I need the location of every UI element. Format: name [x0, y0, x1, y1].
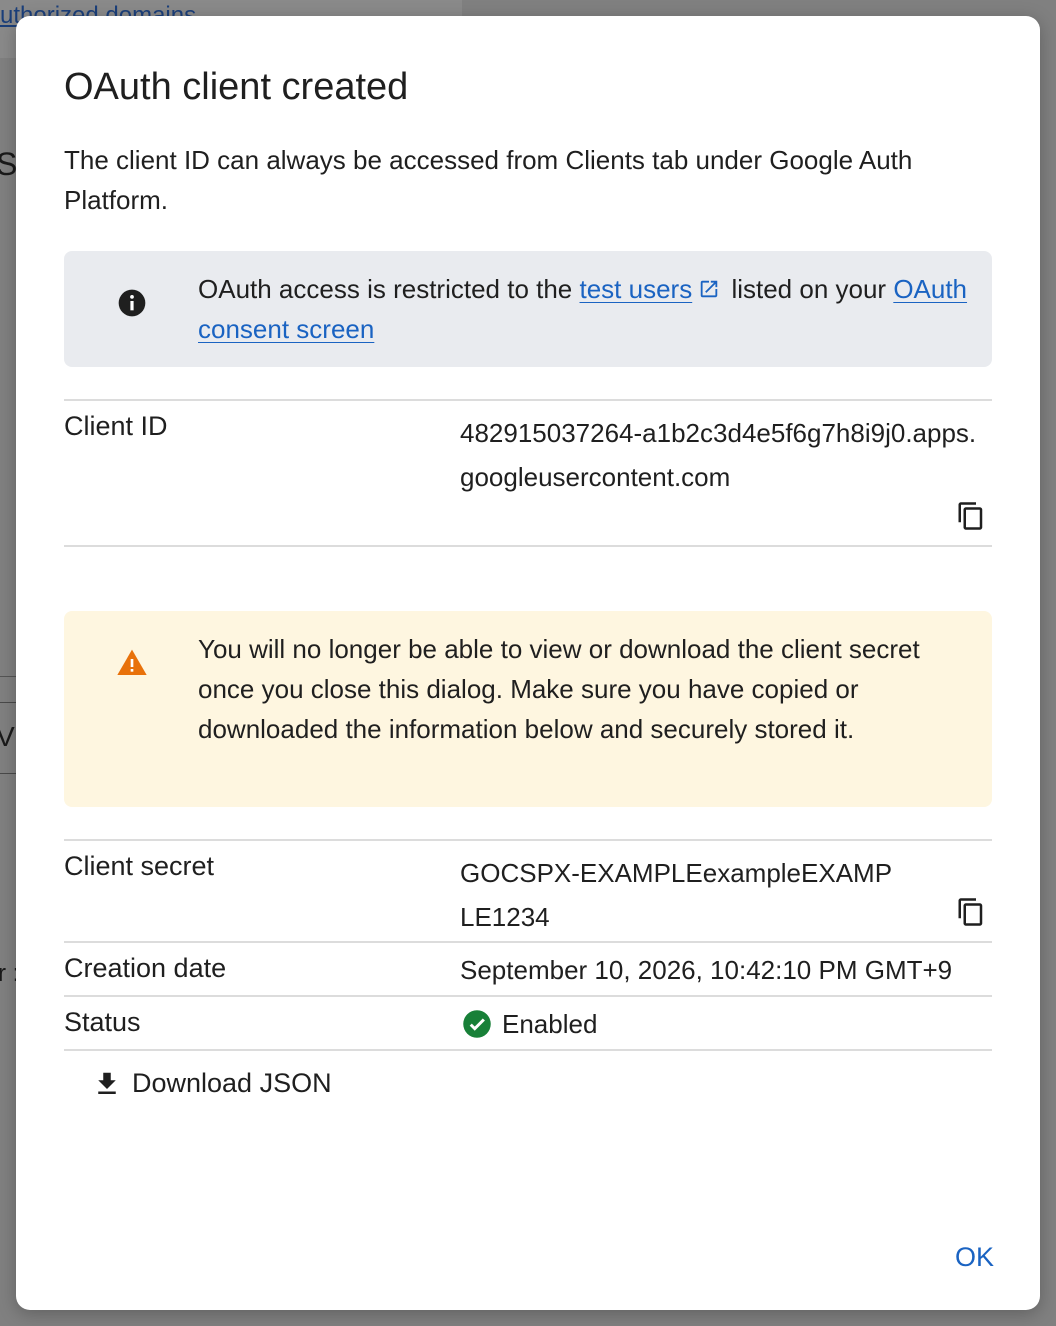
- warning-banner-text: You will no longer be able to view or do…: [198, 634, 920, 744]
- oauth-client-created-dialog: OAuth client created The client ID can a…: [16, 16, 1040, 1310]
- info-text-middle: listed on your: [724, 274, 894, 304]
- ok-button[interactable]: OK: [949, 1241, 1000, 1274]
- background-letter-v: V: [0, 721, 15, 752]
- dialog-subtitle: The client ID can always be accessed fro…: [64, 145, 913, 215]
- check-circle-icon: [463, 1010, 491, 1038]
- info-text-before: OAuth access is restricted to the: [198, 274, 580, 304]
- client-secret-value: GOCSPX-EXAMPLEexampleEXAMPLE1234: [460, 858, 893, 932]
- download-json-label: Download JSON: [132, 1068, 332, 1098]
- creation-date-value: September 10, 2026, 10:42:10 PM GMT+9: [460, 955, 953, 985]
- info-banner-text: OAuth access is restricted to the test u…: [198, 269, 968, 349]
- warning-icon: [117, 649, 147, 675]
- info-banner: OAuth access is restricted to the test u…: [64, 251, 992, 367]
- creation-date-row: Creation date September 10, 2026, 10:42:…: [64, 941, 992, 995]
- background-divider: [0, 676, 16, 677]
- external-link-icon[interactable]: [698, 278, 720, 300]
- copy-client-secret-icon[interactable]: [956, 897, 986, 927]
- client-id-value: 482915037264-a1b2c3d4e5f6g7h8i9j0.apps.g…: [460, 418, 977, 492]
- status-divider: [64, 1049, 992, 1051]
- dialog-title: OAuth client created: [64, 66, 409, 108]
- status-label: Status: [64, 1007, 141, 1037]
- test-users-link[interactable]: test users: [580, 274, 693, 304]
- background-field: V: [0, 702, 17, 774]
- status-value-container: Enabled: [460, 1007, 990, 1041]
- warning-banner: You will no longer be able to view or do…: [64, 611, 992, 807]
- copy-client-id-icon[interactable]: [956, 501, 986, 531]
- status-row: Status Enabled: [64, 995, 992, 1051]
- client-id-row: Client ID 482915037264-a1b2c3d4e5f6g7h8i…: [64, 399, 992, 547]
- download-icon: [98, 1072, 116, 1094]
- client-id-label: Client ID: [64, 411, 168, 441]
- client-secret-row: Client secret GOCSPX-EXAMPLEexampleEXAMP…: [64, 839, 992, 943]
- status-value: Enabled: [502, 1009, 598, 1039]
- client-secret-label: Client secret: [64, 851, 215, 881]
- client-id-divider: [64, 545, 992, 547]
- download-json-button[interactable]: Download JSON: [92, 1068, 332, 1099]
- creation-date-label: Creation date: [64, 953, 227, 983]
- info-icon: [118, 289, 146, 317]
- background-letter-s: S: [0, 146, 18, 182]
